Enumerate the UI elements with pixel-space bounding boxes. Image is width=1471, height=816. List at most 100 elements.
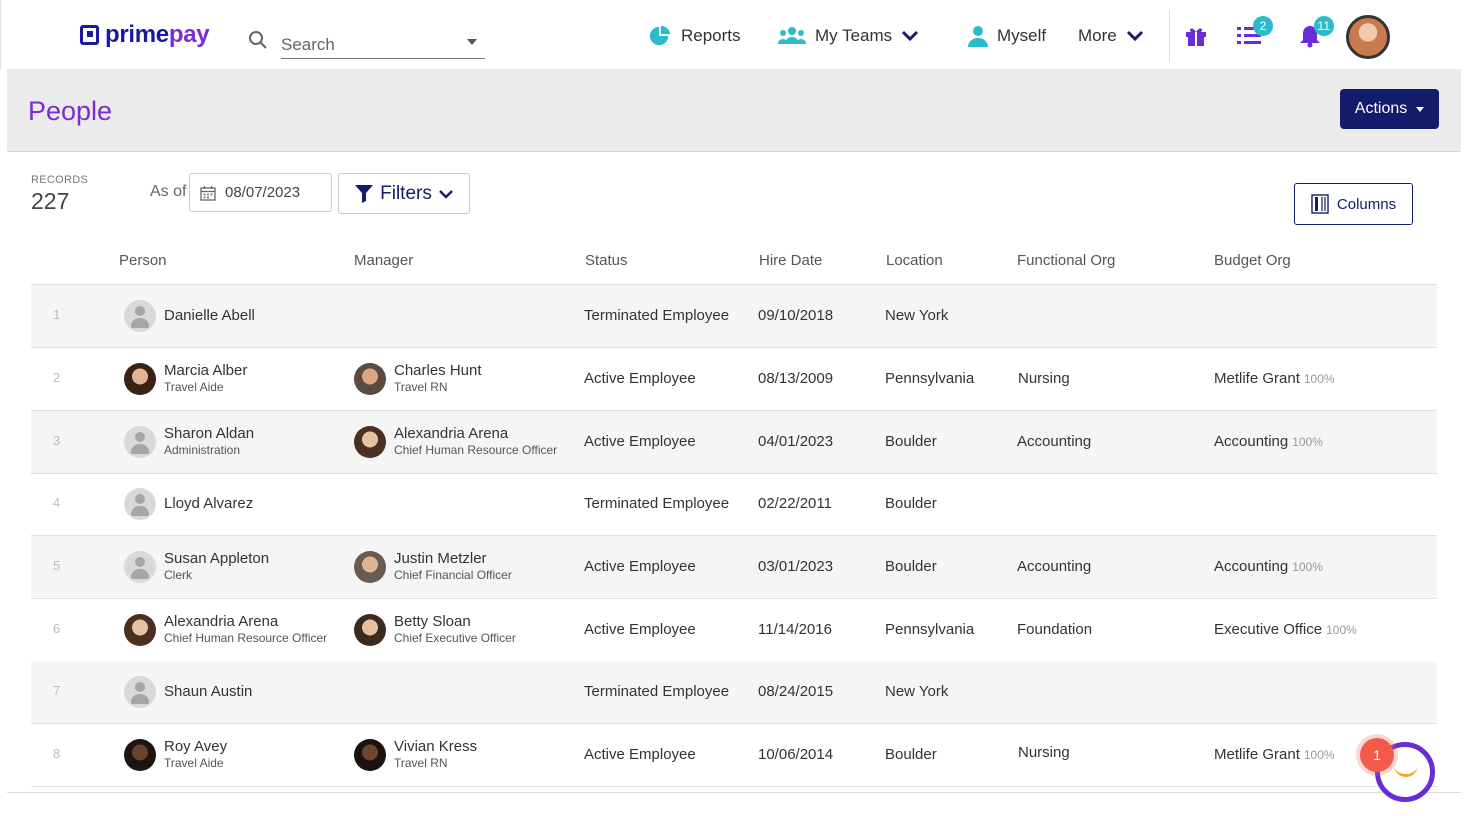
budget-org-cell: Accounting 100% [1214,558,1323,575]
column-header-location[interactable]: Location [886,252,943,269]
manager-name[interactable]: Alexandria Arena [394,425,508,442]
filters-button[interactable]: Filters [338,173,470,214]
nav-reports[interactable]: Reports [648,24,741,48]
hire-date-cell: 11/14/2016 [758,621,832,638]
budget-org-percent: 100% [1303,372,1335,386]
table-row[interactable]: 7 Shaun Austin Terminated Employee 08/24… [31,661,1437,724]
table-row[interactable]: 6 Alexandria Arena Chief Human Resource … [31,599,1437,662]
tasks-button[interactable]: 2 [1235,16,1273,50]
as-of-date-picker[interactable] [189,173,332,212]
manager-title: Chief Human Resource Officer [394,443,558,457]
global-search [248,28,485,59]
row-index: 1 [53,307,61,322]
budget-org-cell: Metlife Grant 100% [1214,746,1335,763]
person-name[interactable]: Alexandria Arena [164,613,278,630]
person-avatar [124,676,156,708]
manager-name[interactable]: Justin Metzler [394,550,487,567]
location-cell: Boulder [885,433,937,450]
location-cell: New York [885,307,949,324]
status-cell: Active Employee [584,621,696,638]
nav-myself[interactable]: Myself [968,24,1046,48]
manager-avatar [354,363,386,395]
manager-avatar [354,614,386,646]
page-title: People [28,96,113,126]
manager-name[interactable]: Betty Sloan [394,613,471,630]
columns-icon [1311,194,1329,214]
notifications-button[interactable]: 11 [1296,16,1334,50]
person-name[interactable]: Shaun Austin [164,683,252,700]
row-index: 6 [53,621,61,636]
row-index: 4 [53,495,61,510]
gift-button[interactable] [1182,22,1210,50]
records-label: RECORDS [31,174,89,186]
search-dropdown-caret-icon[interactable] [467,39,477,45]
person-name[interactable]: Susan Appleton [164,550,269,567]
pie-chart-icon [649,25,671,46]
top-navigation-bar: primepay Reports My Teams Myself More 2 … [0,0,1471,70]
logo-wordmark: primepay [105,21,210,48]
column-header-status[interactable]: Status [585,252,628,269]
row-index: 7 [53,683,61,698]
location-cell: New York [885,683,949,700]
table-row[interactable]: 5 Susan Appleton Clerk Justin Metzler Ch… [31,536,1437,599]
budget-org-name: Metlife Grant [1214,370,1300,387]
manager-title: Chief Executive Officer [394,631,516,645]
nav-reports-label: Reports [681,26,741,45]
chevron-down-icon [1126,30,1143,42]
hire-date-cell: 10/06/2014 [758,746,834,763]
person-title: Chief Human Resource Officer [164,631,328,645]
table-row[interactable]: 8 Roy Avey Travel Aide Vivian Kress Trav… [31,724,1437,787]
filter-icon [355,185,374,203]
table-row[interactable]: 4 Lloyd Alvarez Terminated Employee 02/2… [31,473,1437,536]
hire-date-cell: 08/13/2009 [758,370,834,387]
team-icon [778,27,806,44]
column-header-budget-org[interactable]: Budget Org [1214,252,1291,269]
hire-date-cell: 04/01/2023 [758,433,834,450]
user-icon [968,26,988,47]
as-of-label: As of [150,183,187,200]
nav-divider [1169,10,1170,62]
manager-title: Travel RN [394,380,448,394]
calendar-icon[interactable] [200,185,216,201]
primepay-logo[interactable]: primepay [80,21,210,49]
nav-my-teams[interactable]: My Teams [778,24,919,48]
search-input[interactable] [281,28,485,59]
as-of-date-input[interactable] [225,184,325,201]
columns-button-label: Columns [1336,195,1397,213]
manager-name[interactable]: Charles Hunt [394,362,482,379]
nav-more-label: More [1078,26,1117,45]
status-cell: Terminated Employee [584,495,730,512]
person-title: Administration [164,443,241,457]
person-title: Clerk [164,568,193,582]
row-index: 8 [53,746,61,761]
status-cell: Active Employee [584,558,696,575]
column-header-manager[interactable]: Manager [354,252,413,269]
page-header: People Actions [7,69,1461,152]
person-name[interactable]: Roy Avey [164,738,227,755]
manager-name[interactable]: Vivian Kress [394,738,477,755]
person-title: Travel Aide [164,380,224,394]
budget-org-name: Executive Office [1214,621,1323,638]
table-row[interactable]: 2 Marcia Alber Travel Aide Charles Hunt … [31,348,1437,411]
status-cell: Active Employee [584,370,696,387]
actions-button[interactable]: Actions [1340,89,1439,129]
person-name[interactable]: Lloyd Alvarez [164,495,253,512]
person-avatar [124,488,156,520]
row-index: 5 [53,558,61,573]
chat-unread-badge: 1 [1360,738,1394,772]
budget-org-cell: Executive Office 100% [1214,621,1357,638]
nav-more[interactable]: More [1078,24,1144,48]
notifications-count-badge: 11 [1313,16,1334,36]
person-name[interactable]: Marcia Alber [164,362,247,379]
person-name[interactable]: Sharon Aldan [164,425,254,442]
table-row[interactable]: 1 Danielle Abell Terminated Employee 09/… [31,285,1437,348]
table-row[interactable]: 3 Sharon Aldan Administration Alexandria… [31,411,1437,474]
column-header-hire-date[interactable]: Hire Date [759,252,822,269]
hire-date-cell: 02/22/2011 [758,495,832,512]
column-header-functional-org[interactable]: Functional Org [1017,252,1115,269]
columns-button[interactable]: Columns [1294,183,1413,225]
user-profile-avatar[interactable] [1346,15,1390,59]
status-cell: Terminated Employee [584,307,730,324]
column-header-person[interactable]: Person [119,252,167,269]
person-name[interactable]: Danielle Abell [164,307,255,324]
